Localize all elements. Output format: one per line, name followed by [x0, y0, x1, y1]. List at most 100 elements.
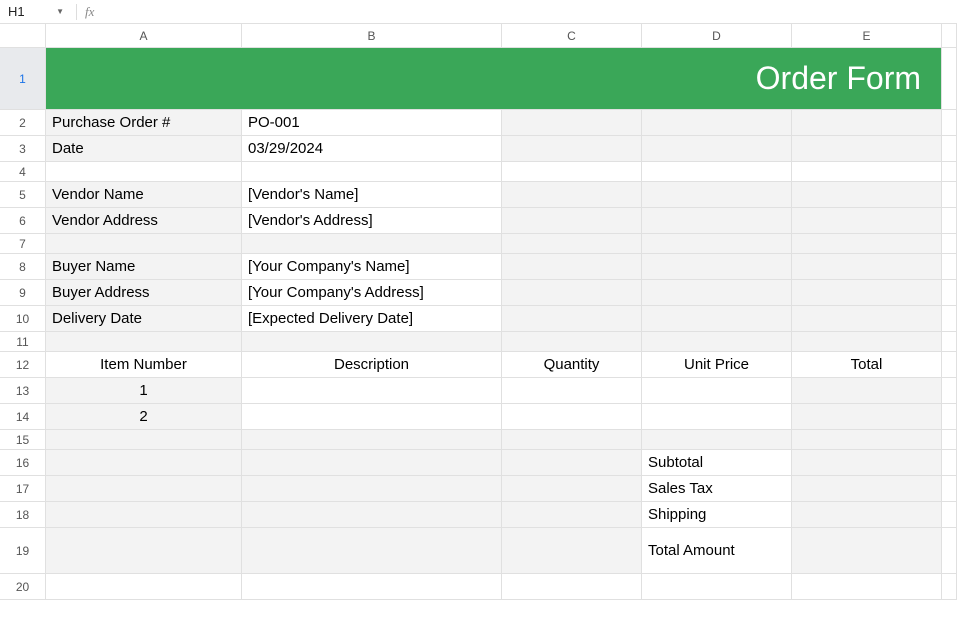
cell-F5[interactable] — [942, 182, 957, 208]
row-header-17[interactable]: 17 — [0, 476, 46, 502]
row-header-3[interactable]: 3 — [0, 136, 46, 162]
col-header-A[interactable]: A — [46, 24, 242, 48]
cell-E20[interactable] — [792, 574, 942, 600]
cell-D4[interactable] — [642, 162, 792, 182]
col-header-B[interactable]: B — [242, 24, 502, 48]
cell-E17[interactable] — [792, 476, 942, 502]
cell-C3[interactable] — [502, 136, 642, 162]
cell-C5[interactable] — [502, 182, 642, 208]
cell-C16[interactable] — [502, 450, 642, 476]
cell-A9[interactable]: Buyer Address — [46, 280, 242, 306]
row-header-15[interactable]: 15 — [0, 430, 46, 450]
cell-E19[interactable] — [792, 528, 942, 574]
cell-C17[interactable] — [502, 476, 642, 502]
cell-F9[interactable] — [942, 280, 957, 306]
select-all-corner[interactable] — [0, 24, 46, 48]
cell-D3[interactable] — [642, 136, 792, 162]
cell-E7[interactable] — [792, 234, 942, 254]
cell-C20[interactable] — [502, 574, 642, 600]
cell-A14[interactable]: 2 — [46, 404, 242, 430]
header-description[interactable]: Description — [242, 352, 502, 378]
cell-D13[interactable] — [642, 378, 792, 404]
cell-C4[interactable] — [502, 162, 642, 182]
cell-B15[interactable] — [242, 430, 502, 450]
name-box[interactable]: H1 ▼ — [8, 4, 68, 19]
cell-A4[interactable] — [46, 162, 242, 182]
cell-C11[interactable] — [502, 332, 642, 352]
cell-A20[interactable] — [46, 574, 242, 600]
cell-B11[interactable] — [242, 332, 502, 352]
cell-D17[interactable]: Sales Tax — [642, 476, 792, 502]
cell-D2[interactable] — [642, 110, 792, 136]
cell-F2[interactable] — [942, 110, 957, 136]
cell-C14[interactable] — [502, 404, 642, 430]
cell-C13[interactable] — [502, 378, 642, 404]
cell-B16[interactable] — [242, 450, 502, 476]
header-total[interactable]: Total — [792, 352, 942, 378]
cell-B17[interactable] — [242, 476, 502, 502]
cell-B19[interactable] — [242, 528, 502, 574]
row-header-2[interactable]: 2 — [0, 110, 46, 136]
row-header-5[interactable]: 5 — [0, 182, 46, 208]
cell-B9[interactable]: [Your Company's Address] — [242, 280, 502, 306]
cell-F15[interactable] — [942, 430, 957, 450]
cell-A17[interactable] — [46, 476, 242, 502]
cell-A5[interactable]: Vendor Name — [46, 182, 242, 208]
cell-F16[interactable] — [942, 450, 957, 476]
spreadsheet-grid[interactable]: A B C D E 1 Order Form 2 Purchase Order … — [0, 24, 957, 600]
row-header-7[interactable]: 7 — [0, 234, 46, 254]
cell-F17[interactable] — [942, 476, 957, 502]
cell-E13[interactable] — [792, 378, 942, 404]
col-header-extra[interactable] — [942, 24, 957, 48]
row-header-9[interactable]: 9 — [0, 280, 46, 306]
cell-F8[interactable] — [942, 254, 957, 280]
cell-E14[interactable] — [792, 404, 942, 430]
cell-F12[interactable] — [942, 352, 957, 378]
chevron-down-icon[interactable]: ▼ — [56, 7, 64, 16]
cell-E18[interactable] — [792, 502, 942, 528]
cell-B3[interactable]: 03/29/2024 — [242, 136, 502, 162]
row-header-12[interactable]: 12 — [0, 352, 46, 378]
cell-C2[interactable] — [502, 110, 642, 136]
cell-D18[interactable]: Shipping — [642, 502, 792, 528]
cell-A6[interactable]: Vendor Address — [46, 208, 242, 234]
cell-A8[interactable]: Buyer Name — [46, 254, 242, 280]
cell-E5[interactable] — [792, 182, 942, 208]
row-header-19[interactable]: 19 — [0, 528, 46, 574]
row-header-18[interactable]: 18 — [0, 502, 46, 528]
header-unit-price[interactable]: Unit Price — [642, 352, 792, 378]
cell-D9[interactable] — [642, 280, 792, 306]
cell-F19[interactable] — [942, 528, 957, 574]
cell-F7[interactable] — [942, 234, 957, 254]
row-header-16[interactable]: 16 — [0, 450, 46, 476]
cell-D15[interactable] — [642, 430, 792, 450]
cell-E4[interactable] — [792, 162, 942, 182]
cell-D6[interactable] — [642, 208, 792, 234]
cell-B7[interactable] — [242, 234, 502, 254]
cell-E3[interactable] — [792, 136, 942, 162]
cell-B2[interactable]: PO-001 — [242, 110, 502, 136]
row-header-10[interactable]: 10 — [0, 306, 46, 332]
cell-F14[interactable] — [942, 404, 957, 430]
cell-D7[interactable] — [642, 234, 792, 254]
cell-E16[interactable] — [792, 450, 942, 476]
cell-D16[interactable]: Subtotal — [642, 450, 792, 476]
header-item-number[interactable]: Item Number — [46, 352, 242, 378]
cell-F4[interactable] — [942, 162, 957, 182]
cell-A19[interactable] — [46, 528, 242, 574]
cell-E2[interactable] — [792, 110, 942, 136]
cell-B10[interactable]: [Expected Delivery Date] — [242, 306, 502, 332]
row-header-6[interactable]: 6 — [0, 208, 46, 234]
cell-D11[interactable] — [642, 332, 792, 352]
cell-B20[interactable] — [242, 574, 502, 600]
cell-A13[interactable]: 1 — [46, 378, 242, 404]
row-header-4[interactable]: 4 — [0, 162, 46, 182]
cell-D20[interactable] — [642, 574, 792, 600]
cell-F20[interactable] — [942, 574, 957, 600]
cell-E11[interactable] — [792, 332, 942, 352]
cell-C9[interactable] — [502, 280, 642, 306]
cell-D8[interactable] — [642, 254, 792, 280]
header-quantity[interactable]: Quantity — [502, 352, 642, 378]
cell-F1[interactable] — [942, 48, 957, 110]
row-header-20[interactable]: 20 — [0, 574, 46, 600]
